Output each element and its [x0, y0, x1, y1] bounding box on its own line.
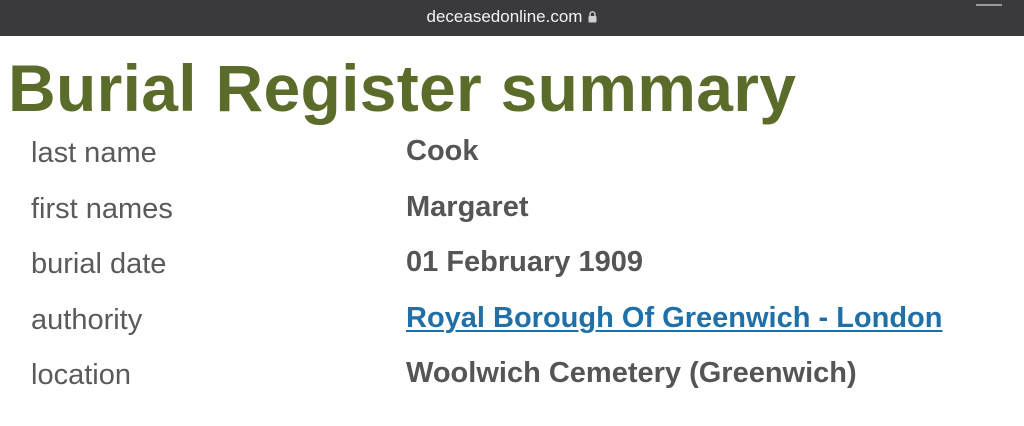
authority-link[interactable]: Royal Borough Of Greenwich - London — [406, 302, 943, 334]
url-display[interactable]: deceasedonline.com — [0, 6, 1024, 28]
first-names-label: first names — [31, 192, 173, 225]
browser-address-bar[interactable]: deceasedonline.com — [0, 0, 1024, 36]
url-text: deceasedonline.com — [426, 7, 583, 26]
location-value: Woolwich Cemetery (Greenwich) — [406, 357, 857, 389]
summary-row-authority: authority Royal Borough Of Greenwich - L… — [0, 291, 1024, 347]
lock-icon — [588, 11, 597, 23]
burial-summary-table: last name Cook first names Margaret buri… — [0, 124, 1024, 402]
location-label: location — [31, 359, 131, 391]
authority-value: Royal Borough Of Greenwich - London — [406, 301, 943, 335]
burial-date-label: burial date — [31, 248, 167, 280]
first-names-value: Margaret — [406, 190, 529, 223]
summary-row-burial-date: burial date 01 February 1909 — [0, 235, 1024, 291]
summary-row-last-name: last name Cook — [0, 124, 1024, 180]
burial-date-value: 01 February 1909 — [406, 246, 643, 278]
last-name-label: last name — [31, 137, 157, 169]
page-title: Burial Register summary — [8, 51, 797, 125]
authority-label: authority — [31, 303, 143, 336]
last-name-value: Cook — [406, 135, 479, 167]
summary-row-first-names: first names Margaret — [0, 180, 1024, 236]
summary-row-location: location Woolwich Cemetery (Greenwich) — [0, 346, 1024, 402]
